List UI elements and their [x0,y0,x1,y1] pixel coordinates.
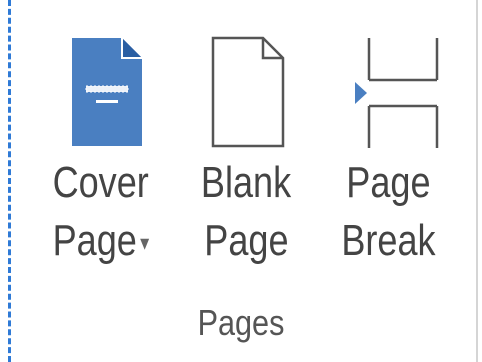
page-break-label-line2: Break [340,216,436,265]
cover-page-label: Cover [52,158,150,207]
ribbon-group-divider-right [476,0,478,362]
ribbon-group-pages: Cover Page ▾ Blank Page Page Break Pages [0,0,482,362]
cover-page-icon [72,38,142,146]
blank-page-label-line2: Page [203,216,289,265]
cover-page-label-line2: Page ▾ [53,212,150,272]
blank-page-icon [211,36,285,148]
blank-page-label: Blank [200,158,292,207]
cover-page-button[interactable]: Cover Page ▾ [26,14,176,304]
page-break-icon [355,38,439,148]
ribbon-group-label: Pages [197,302,285,343]
ribbon-group-divider-left [8,0,11,362]
page-break-label: Page [345,158,431,207]
chevron-down-icon[interactable]: ▾ [140,214,149,272]
page-break-button[interactable]: Page Break [318,14,458,304]
blank-page-button[interactable]: Blank Page [176,14,316,304]
